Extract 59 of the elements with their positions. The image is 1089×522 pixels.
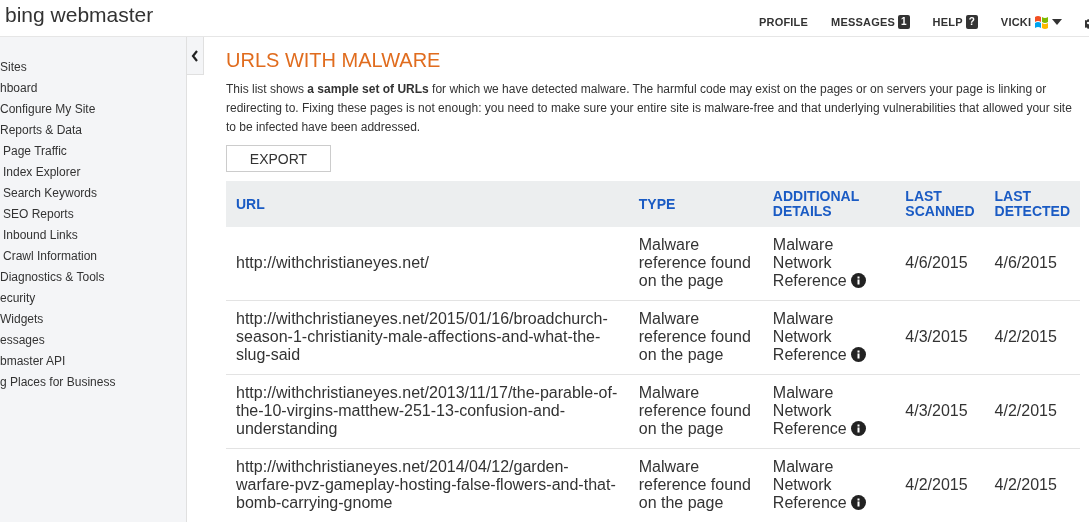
- column-header[interactable]: ADDITIONAL DETAILS: [762, 181, 896, 227]
- column-header[interactable]: URL: [226, 181, 629, 227]
- table-cell: Malware reference found on the page: [628, 448, 763, 522]
- sidebar-item[interactable]: Reports & Data: [0, 120, 83, 141]
- details-text: Malware Network Reference: [772, 236, 848, 289]
- sidebar-item[interactable]: SEO Reports: [0, 204, 74, 225]
- sidebar-item[interactable]: essages: [0, 330, 45, 351]
- dropdown-caret-icon: [1052, 19, 1063, 25]
- chevron-left-icon: [191, 49, 199, 62]
- table-cell: 4/6/2015: [895, 227, 985, 301]
- sidebar-item[interactable]: Crawl Information: [0, 246, 98, 267]
- info-icon[interactable]: [851, 495, 867, 510]
- nav-link[interactable]: PROFILE: [759, 16, 809, 28]
- column-header[interactable]: TYPE: [628, 181, 763, 227]
- column-header[interactable]: LAST DETECTED: [984, 181, 1080, 227]
- count-badge: 1: [898, 15, 910, 29]
- page-title: URLS WITH MALWARE: [226, 49, 442, 72]
- table-cell: 4/2/2015: [895, 448, 985, 522]
- table-cell: Malware reference found on the page: [628, 300, 763, 375]
- sidebar-item[interactable]: Diagnostics & Tools: [0, 267, 105, 288]
- collapse-button[interactable]: [187, 37, 204, 75]
- table-cell: Malware reference found on the page: [628, 227, 763, 301]
- table-cell: http://withchristianeyes.net/: [226, 227, 629, 301]
- table-cell: 4/2/2015: [984, 448, 1080, 522]
- sidebar-item[interactable]: Sites: [0, 57, 27, 78]
- info-icon[interactable]: [851, 421, 867, 436]
- sidebar-item[interactable]: Inbound Links: [0, 225, 78, 246]
- sidebar-item[interactable]: hboard: [0, 78, 38, 99]
- info-icon[interactable]: [851, 347, 867, 362]
- sidebar-item[interactable]: ecurity: [0, 288, 36, 309]
- table-cell: http://withchristianeyes.net/2015/01/16/broadchurch-season-1-christianity-male-affections-and-what-the-slug-said: [226, 300, 629, 375]
- table-cell: 4/3/2015: [895, 300, 985, 375]
- column-header[interactable]: LAST SCANNED: [895, 181, 985, 227]
- description-text: This list shows a sample set of URLs for which we have detected malware. The harmful code may exist on the pages or on servers your page is linking or redirecting to. Fixing these pages is not enough: you need to make sure your entire site is malware-free and that underlying vulnerabilities that allowed your site to be infected have been addressed.: [226, 81, 1073, 136]
- table-cell: 4/6/2015: [984, 227, 1080, 301]
- nav-link[interactable]: HELP: [932, 16, 963, 28]
- export-button[interactable]: EXPORT: [226, 145, 331, 172]
- table-cell: 4/2/2015: [984, 300, 1080, 375]
- info-icon[interactable]: [851, 273, 867, 288]
- nav-link[interactable]: MESSAGES: [831, 16, 896, 28]
- details-text: Malware Network Reference: [772, 310, 848, 363]
- sidebar-item[interactable]: Widgets: [0, 309, 44, 330]
- details-text: Malware Network Reference: [772, 458, 848, 511]
- sidebar-item[interactable]: Index Explorer: [0, 162, 81, 183]
- sidebar-item[interactable]: g Places for Business: [0, 372, 116, 393]
- sidebar-item[interactable]: Search Keywords: [0, 183, 98, 204]
- details-text: Malware Network Reference: [772, 384, 848, 437]
- sidebar-item[interactable]: Configure My Site: [0, 99, 96, 120]
- windows-flag-icon: [1034, 15, 1050, 29]
- sidebar-item[interactable]: Page Traffic: [0, 141, 67, 162]
- sidebar-item[interactable]: bmaster API: [0, 351, 66, 372]
- table-cell: http://withchristianeyes.net/2013/11/17/the-parable-of-the-10-virgins-matthew-251-13-confusion-and-understanding: [226, 374, 629, 449]
- table-cell: 4/2/2015: [984, 374, 1080, 449]
- table-cell: http://withchristianeyes.net/2014/04/12/garden-warfare-pvz-gameplay-hosting-false-flowers-and-that-bomb-carrying-gnome: [226, 448, 629, 522]
- logo[interactable]: bing webmaster: [0, 3, 154, 27]
- nav-link[interactable]: VICKI: [1000, 16, 1032, 28]
- table-cell: 4/3/2015: [895, 374, 985, 449]
- table-cell: Malware reference found on the page: [628, 374, 763, 449]
- count-badge: ?: [965, 15, 978, 29]
